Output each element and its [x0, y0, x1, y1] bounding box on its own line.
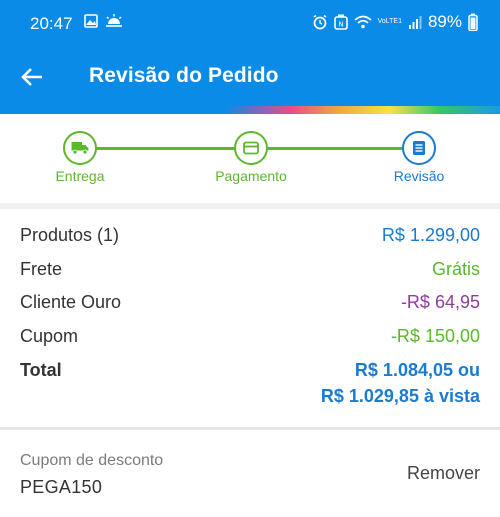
gold-label: Cliente Ouro: [20, 292, 122, 312]
image-icon: [84, 14, 98, 28]
battery-icon: [468, 13, 478, 31]
coupon-code: PEGA150: [20, 477, 103, 497]
step-revisao[interactable]: [402, 131, 436, 165]
coupon-value: -R$ 150,00: [390, 326, 480, 346]
svg-text:N: N: [338, 21, 343, 29]
summary-row-coupon: Cupom -R$ 150,00: [20, 323, 480, 351]
products-label: Produtos (1): [20, 225, 120, 245]
wifi-icon: [354, 15, 372, 29]
summary-row-total: Total R$ 1.084,05 ou R$ 1.029,85 à vista: [20, 357, 480, 413]
nfc-icon: N: [333, 14, 348, 30]
section-divider: [0, 427, 500, 430]
truck-icon: [71, 142, 89, 155]
step-pagamento[interactable]: [234, 131, 268, 165]
total-value-line1: R$ 1.084,05 ou: [354, 360, 480, 380]
rainbow-divider: [0, 106, 500, 114]
network-label: VoLTE1: [377, 18, 402, 25]
summary-row-products: Produtos (1) R$ 1.299,00: [20, 222, 480, 250]
signal-icon: [408, 16, 422, 29]
document-icon: [413, 141, 425, 155]
step-label-revisao: Revisão: [393, 168, 445, 184]
remove-coupon-button[interactable]: Remover: [407, 463, 480, 484]
order-summary: Produtos (1) R$ 1.299,00 Frete Grátis Cl…: [0, 209, 500, 427]
step-label-pagamento: Pagamento: [215, 168, 287, 184]
summary-row-shipping: Frete Grátis: [20, 256, 480, 284]
checkout-stepper: Entrega Pagamento Revisão: [0, 114, 500, 206]
shipping-value: Grátis: [431, 259, 480, 279]
step-label-entrega: Entrega: [55, 168, 105, 184]
step-connector: [96, 147, 236, 150]
credit-card-icon: [243, 141, 259, 155]
status-time: 20:47: [30, 14, 73, 33]
total-value: R$ 1.084,05 ou R$ 1.029,85 à vista: [321, 357, 480, 409]
coupon-caption: Cupom de desconto: [20, 452, 164, 469]
status-bar: 20:47 N VoLTE1 89%: [0, 0, 500, 50]
arrow-left-icon: [21, 68, 42, 86]
app-bar: Revisão do Pedido: [0, 50, 500, 106]
back-button[interactable]: [18, 64, 48, 94]
summary-row-gold: Cliente Ouro -R$ 64,95: [20, 289, 480, 317]
alarm-icon: [313, 14, 327, 30]
total-value-line2: R$ 1.029,85 à vista: [320, 386, 480, 406]
weather-icon: [106, 14, 122, 27]
battery-percent: 89%: [427, 12, 462, 31]
gold-value: -R$ 64,95: [400, 292, 480, 312]
step-connector: [268, 147, 404, 150]
status-icons: N VoLTE1 89%: [312, 12, 478, 32]
coupon-label: Cupom: [20, 326, 79, 346]
step-entrega[interactable]: [63, 131, 97, 165]
products-value: R$ 1.299,00: [381, 225, 480, 245]
shipping-label: Frete: [20, 259, 63, 279]
page-title: Revisão do Pedido: [89, 64, 279, 87]
total-label: Total: [20, 360, 62, 380]
